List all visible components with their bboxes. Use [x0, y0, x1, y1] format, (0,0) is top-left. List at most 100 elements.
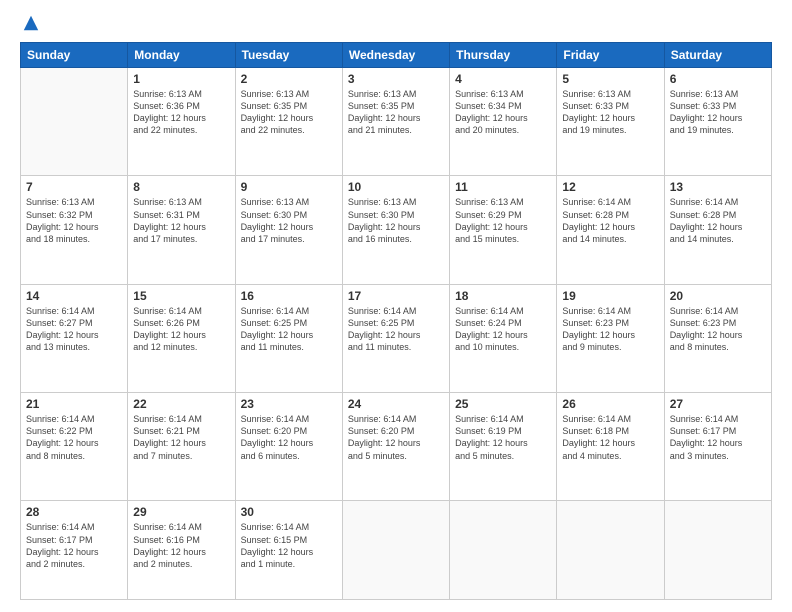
calendar-cell: 14 Sunrise: 6:14 AM Sunset: 6:27 PM Dayli…	[21, 284, 128, 392]
calendar-header-row: SundayMondayTuesdayWednesdayThursdayFrid…	[21, 43, 772, 68]
day-header-friday: Friday	[557, 43, 664, 68]
day-info: Sunrise: 6:14 AM Sunset: 6:23 PM Dayligh…	[562, 305, 658, 354]
day-info: Sunrise: 6:14 AM Sunset: 6:20 PM Dayligh…	[241, 413, 337, 462]
day-number: 14	[26, 289, 122, 303]
day-info: Sunrise: 6:14 AM Sunset: 6:24 PM Dayligh…	[455, 305, 551, 354]
calendar-week-4: 28 Sunrise: 6:14 AM Sunset: 6:17 PM Dayli…	[21, 501, 772, 600]
day-number: 5	[562, 72, 658, 86]
calendar-cell	[21, 68, 128, 176]
day-info: Sunrise: 6:13 AM Sunset: 6:35 PM Dayligh…	[241, 88, 337, 137]
calendar-table: SundayMondayTuesdayWednesdayThursdayFrid…	[20, 42, 772, 600]
header	[20, 18, 772, 32]
calendar-cell: 2 Sunrise: 6:13 AM Sunset: 6:35 PM Daylig…	[235, 68, 342, 176]
day-info: Sunrise: 6:13 AM Sunset: 6:29 PM Dayligh…	[455, 196, 551, 245]
day-info: Sunrise: 6:14 AM Sunset: 6:27 PM Dayligh…	[26, 305, 122, 354]
calendar-cell: 1 Sunrise: 6:13 AM Sunset: 6:36 PM Daylig…	[128, 68, 235, 176]
day-number: 27	[670, 397, 766, 411]
day-info: Sunrise: 6:14 AM Sunset: 6:20 PM Dayligh…	[348, 413, 444, 462]
calendar-cell: 3Sunrise: 6:13 AM Sunset: 6:35 PM Daylig…	[342, 68, 449, 176]
calendar-cell: 10Sunrise: 6:13 AM Sunset: 6:30 PM Dayli…	[342, 176, 449, 284]
day-info: Sunrise: 6:13 AM Sunset: 6:31 PM Dayligh…	[133, 196, 229, 245]
day-number: 8	[133, 180, 229, 194]
day-info: Sunrise: 6:13 AM Sunset: 6:33 PM Dayligh…	[562, 88, 658, 137]
day-info: Sunrise: 6:14 AM Sunset: 6:19 PM Dayligh…	[455, 413, 551, 462]
day-info: Sunrise: 6:14 AM Sunset: 6:17 PM Dayligh…	[670, 413, 766, 462]
day-number: 16	[241, 289, 337, 303]
day-info: Sunrise: 6:14 AM Sunset: 6:17 PM Dayligh…	[26, 521, 122, 570]
day-number: 13	[670, 180, 766, 194]
calendar-cell: 25 Sunrise: 6:14 AM Sunset: 6:19 PM Dayli…	[450, 393, 557, 501]
calendar-cell: 12Sunrise: 6:14 AM Sunset: 6:28 PM Dayli…	[557, 176, 664, 284]
day-number: 30	[241, 505, 337, 519]
day-number: 25	[455, 397, 551, 411]
calendar-cell: 8 Sunrise: 6:13 AM Sunset: 6:31 PM Daylig…	[128, 176, 235, 284]
day-number: 2	[241, 72, 337, 86]
calendar-week-2: 14 Sunrise: 6:14 AM Sunset: 6:27 PM Dayli…	[21, 284, 772, 392]
day-info: Sunrise: 6:14 AM Sunset: 6:18 PM Dayligh…	[562, 413, 658, 462]
day-info: Sunrise: 6:13 AM Sunset: 6:30 PM Dayligh…	[241, 196, 337, 245]
calendar-cell: 22Sunrise: 6:14 AM Sunset: 6:21 PM Dayli…	[128, 393, 235, 501]
day-number: 19	[562, 289, 658, 303]
day-number: 6	[670, 72, 766, 86]
page: SundayMondayTuesdayWednesdayThursdayFrid…	[0, 0, 792, 612]
day-header-saturday: Saturday	[664, 43, 771, 68]
calendar-cell: 21 Sunrise: 6:14 AM Sunset: 6:22 PM Dayli…	[21, 393, 128, 501]
day-number: 4	[455, 72, 551, 86]
calendar-week-3: 21 Sunrise: 6:14 AM Sunset: 6:22 PM Dayli…	[21, 393, 772, 501]
day-header-sunday: Sunday	[21, 43, 128, 68]
day-info: Sunrise: 6:14 AM Sunset: 6:28 PM Dayligh…	[670, 196, 766, 245]
calendar-cell: 13 Sunrise: 6:14 AM Sunset: 6:28 PM Dayli…	[664, 176, 771, 284]
day-number: 23	[241, 397, 337, 411]
day-number: 15	[133, 289, 229, 303]
calendar-cell: 18Sunrise: 6:14 AM Sunset: 6:24 PM Dayli…	[450, 284, 557, 392]
calendar-cell: 7Sunrise: 6:13 AM Sunset: 6:32 PM Daylig…	[21, 176, 128, 284]
calendar-cell: 9Sunrise: 6:13 AM Sunset: 6:30 PM Daylig…	[235, 176, 342, 284]
day-number: 11	[455, 180, 551, 194]
calendar-cell: 15 Sunrise: 6:14 AM Sunset: 6:26 PM Dayli…	[128, 284, 235, 392]
day-info: Sunrise: 6:13 AM Sunset: 6:30 PM Dayligh…	[348, 196, 444, 245]
calendar-week-1: 7Sunrise: 6:13 AM Sunset: 6:32 PM Daylig…	[21, 176, 772, 284]
day-info: Sunrise: 6:14 AM Sunset: 6:16 PM Dayligh…	[133, 521, 229, 570]
day-number: 21	[26, 397, 122, 411]
day-info: Sunrise: 6:14 AM Sunset: 6:26 PM Dayligh…	[133, 305, 229, 354]
calendar-cell: 11 Sunrise: 6:13 AM Sunset: 6:29 PM Dayli…	[450, 176, 557, 284]
day-number: 28	[26, 505, 122, 519]
calendar-cell: 19 Sunrise: 6:14 AM Sunset: 6:23 PM Dayli…	[557, 284, 664, 392]
day-number: 3	[348, 72, 444, 86]
day-info: Sunrise: 6:14 AM Sunset: 6:25 PM Dayligh…	[348, 305, 444, 354]
calendar-cell	[557, 501, 664, 600]
logo-icon	[22, 14, 40, 32]
logo	[20, 18, 40, 32]
calendar-cell: 20 Sunrise: 6:14 AM Sunset: 6:23 PM Dayli…	[664, 284, 771, 392]
calendar-cell: 16 Sunrise: 6:14 AM Sunset: 6:25 PM Dayli…	[235, 284, 342, 392]
day-header-wednesday: Wednesday	[342, 43, 449, 68]
calendar-cell: 30Sunrise: 6:14 AM Sunset: 6:15 PM Dayli…	[235, 501, 342, 600]
calendar-cell: 27 Sunrise: 6:14 AM Sunset: 6:17 PM Dayli…	[664, 393, 771, 501]
calendar-cell: 29Sunrise: 6:14 AM Sunset: 6:16 PM Dayli…	[128, 501, 235, 600]
calendar-cell: 28 Sunrise: 6:14 AM Sunset: 6:17 PM Dayli…	[21, 501, 128, 600]
day-number: 20	[670, 289, 766, 303]
calendar-cell: 24 Sunrise: 6:14 AM Sunset: 6:20 PM Dayli…	[342, 393, 449, 501]
day-header-tuesday: Tuesday	[235, 43, 342, 68]
day-info: Sunrise: 6:13 AM Sunset: 6:36 PM Dayligh…	[133, 88, 229, 137]
day-header-monday: Monday	[128, 43, 235, 68]
day-number: 12	[562, 180, 658, 194]
calendar-week-0: 1 Sunrise: 6:13 AM Sunset: 6:36 PM Daylig…	[21, 68, 772, 176]
day-info: Sunrise: 6:14 AM Sunset: 6:25 PM Dayligh…	[241, 305, 337, 354]
day-number: 26	[562, 397, 658, 411]
day-header-thursday: Thursday	[450, 43, 557, 68]
day-number: 1	[133, 72, 229, 86]
calendar-cell	[450, 501, 557, 600]
day-info: Sunrise: 6:13 AM Sunset: 6:34 PM Dayligh…	[455, 88, 551, 137]
day-number: 22	[133, 397, 229, 411]
calendar-cell: 17 Sunrise: 6:14 AM Sunset: 6:25 PM Dayli…	[342, 284, 449, 392]
calendar-cell: 4 Sunrise: 6:13 AM Sunset: 6:34 PM Daylig…	[450, 68, 557, 176]
calendar-cell: 23 Sunrise: 6:14 AM Sunset: 6:20 PM Dayli…	[235, 393, 342, 501]
calendar-cell: 6Sunrise: 6:13 AM Sunset: 6:33 PM Daylig…	[664, 68, 771, 176]
day-number: 17	[348, 289, 444, 303]
calendar-cell: 5 Sunrise: 6:13 AM Sunset: 6:33 PM Daylig…	[557, 68, 664, 176]
day-info: Sunrise: 6:14 AM Sunset: 6:23 PM Dayligh…	[670, 305, 766, 354]
day-info: Sunrise: 6:14 AM Sunset: 6:22 PM Dayligh…	[26, 413, 122, 462]
day-number: 24	[348, 397, 444, 411]
day-info: Sunrise: 6:13 AM Sunset: 6:32 PM Dayligh…	[26, 196, 122, 245]
